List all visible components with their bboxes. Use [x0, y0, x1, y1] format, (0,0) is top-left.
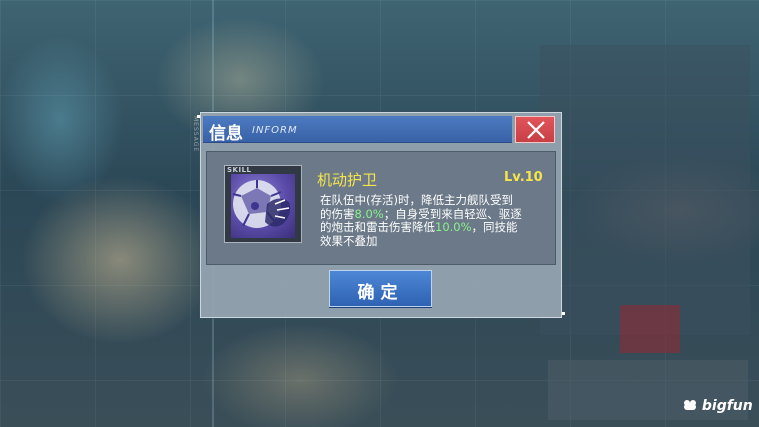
dialog-title: 信息	[209, 124, 243, 144]
skill-desc-line: 的炮击和雷击伤害降低10.0%，同技能	[320, 220, 538, 235]
close-button[interactable]	[515, 116, 555, 143]
skill-info-panel: SKILL 机动护卫 Lv.10 在队伍中(存活)时，降低主力舰队受到 的伤害8…	[206, 151, 556, 265]
background-right-panel	[540, 45, 750, 335]
skill-name: 机动护卫	[317, 171, 378, 189]
skill-tag: SKILL	[227, 166, 252, 174]
background-red-tile	[620, 305, 680, 353]
close-icon	[527, 121, 545, 139]
self-damage-reduction-value: 10.0%	[435, 220, 472, 234]
skill-desc-line: 在队伍中(存活)时，降低主力舰队受到	[320, 193, 513, 207]
watermark-text: bigfun	[701, 398, 753, 414]
skill-desc-line: 效果不叠加	[320, 233, 378, 248]
bigfun-watermark: bigfun	[683, 398, 753, 414]
dialog-subtitle: INFORM	[252, 125, 298, 136]
bigfun-logo-icon	[684, 400, 696, 410]
confirm-button-label: 确定	[357, 283, 404, 303]
skill-desc-text: 的伤害	[320, 206, 355, 221]
damage-reduction-value: 8.0%	[354, 206, 384, 221]
skill-desc-text: ，同技能	[471, 220, 518, 234]
skill-desc-text: ；自身受到来自轻巡、驱逐	[383, 206, 522, 221]
skill-description: 在队伍中(存活)时，降低主力舰队受到 的伤害8.0%；自身受到来自轻巡、驱逐 的…	[320, 193, 538, 248]
dialog-corner-marker	[197, 115, 200, 118]
info-dialog: 信息 INFORM SKILL 机动护卫 Lv.10 在队伍中(存活)时，降低主…	[197, 112, 565, 318]
skill-desc-line: 的伤害8.0%；自身受到来自轻巡、驱逐	[320, 206, 538, 222]
confirm-button[interactable]: 确定	[329, 270, 432, 307]
dialog-corner-marker	[562, 312, 565, 315]
skill-desc-text: 的炮击和雷击伤害降低	[320, 220, 435, 234]
skill-icon-frame: SKILL	[224, 165, 302, 243]
skill-icon	[231, 174, 295, 238]
dialog-title-bar: 信息 INFORM	[203, 116, 512, 144]
skill-level: Lv.10	[504, 170, 543, 185]
message-side-label: MESSAGE	[192, 116, 199, 153]
